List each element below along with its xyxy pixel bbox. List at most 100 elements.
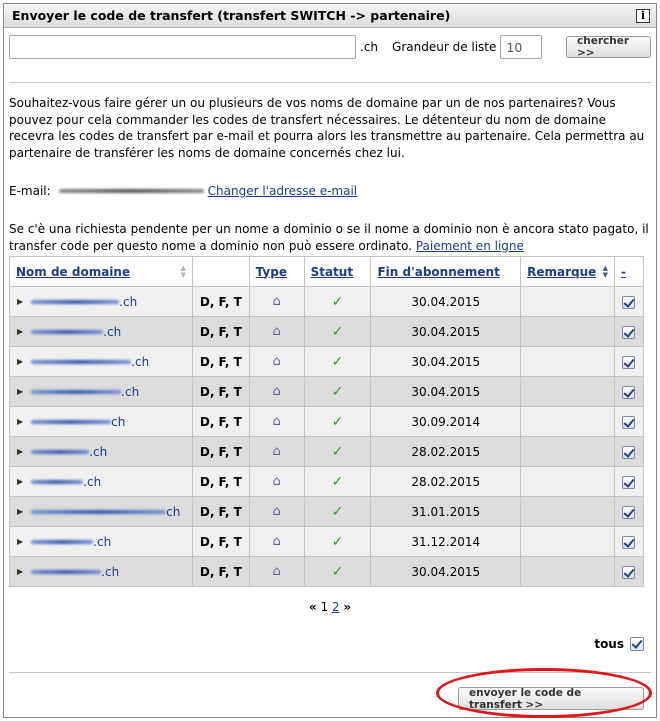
row-checkbox[interactable] — [622, 475, 636, 489]
expand-arrow-icon[interactable]: ▶ — [17, 327, 23, 336]
sort-arrows-icon: ▲ ▼ — [180, 264, 186, 279]
col-expiry[interactable]: Fin d'abonnement — [370, 256, 522, 287]
domain-cell[interactable]: ▶ .ch — [9, 376, 193, 407]
sort-status-link[interactable]: Statut — [311, 265, 354, 279]
select-cell[interactable] — [613, 436, 645, 467]
domain-cell[interactable]: ▶ .ch — [9, 556, 193, 587]
domain-tld[interactable]: .ch — [121, 385, 139, 399]
sort-remark-link[interactable]: Remarque — [527, 265, 596, 279]
status-cell: ✓ — [303, 286, 372, 317]
row-checkbox[interactable] — [622, 445, 636, 459]
send-transfer-code-button[interactable]: envoyer le code de transfert >> — [458, 687, 644, 711]
list-size-input[interactable] — [500, 35, 543, 59]
domain-tld[interactable]: .ch — [119, 295, 137, 309]
type-cell: ⌂ — [248, 466, 305, 497]
checkmark-icon: ✓ — [331, 293, 344, 310]
select-cell[interactable] — [613, 466, 645, 497]
domain-tld[interactable]: .ch — [103, 325, 121, 339]
change-email-link[interactable]: Changer l'adresse e-mail — [208, 184, 357, 198]
domain-tld[interactable]: ch — [111, 415, 125, 429]
redacted-email — [58, 189, 204, 193]
row-checkbox[interactable] — [622, 565, 636, 579]
row-checkbox[interactable] — [622, 295, 636, 309]
domain-tld[interactable]: .ch — [89, 445, 107, 459]
select-cell[interactable] — [613, 316, 645, 347]
row-checkbox[interactable] — [622, 385, 636, 399]
sort-expiry-link[interactable]: Fin d'abonnement — [377, 265, 499, 279]
domain-cell[interactable]: ▶ .ch — [9, 436, 193, 467]
expand-arrow-icon[interactable]: ▶ — [17, 507, 23, 516]
expiry-cell: 30.04.2015 — [370, 376, 522, 407]
type-cell: ⌂ — [248, 406, 305, 437]
info-icon[interactable]: i — [636, 8, 650, 23]
redacted-domain — [31, 389, 122, 394]
col-type[interactable]: Type — [248, 256, 305, 287]
expand-arrow-icon[interactable]: ▶ — [17, 567, 23, 576]
flags-cell: D, F, T — [191, 346, 250, 377]
redacted-domain — [31, 449, 90, 454]
flags-cell: D, F, T — [191, 466, 250, 497]
col-status[interactable]: Statut — [303, 256, 372, 287]
domain-cell[interactable]: ▶ .ch — [9, 286, 193, 317]
pager-next[interactable]: » — [343, 600, 351, 614]
checkmark-icon: ✓ — [331, 413, 344, 430]
pager-prev[interactable]: « — [309, 600, 317, 614]
domain-tld[interactable]: .ch — [93, 535, 111, 549]
expand-arrow-icon[interactable]: ▶ — [17, 357, 23, 366]
expand-arrow-icon[interactable]: ▶ — [17, 417, 23, 426]
select-cell[interactable] — [613, 286, 645, 317]
email-row: E-mail: Changer l'adresse e-mail — [9, 184, 357, 198]
select-all-label: tous — [594, 637, 624, 651]
select-cell[interactable] — [613, 406, 645, 437]
row-checkbox[interactable] — [622, 415, 636, 429]
domain-cell[interactable]: ▶ .ch — [9, 346, 193, 377]
row-checkbox[interactable] — [622, 325, 636, 339]
type-cell: ⌂ — [248, 556, 305, 587]
expand-arrow-icon[interactable]: ▶ — [17, 537, 23, 546]
row-checkbox[interactable] — [622, 535, 636, 549]
expand-arrow-icon[interactable]: ▶ — [17, 387, 23, 396]
sort-domain-link[interactable]: Nom de domaine — [16, 265, 130, 279]
sort-type-link[interactable]: Type — [256, 265, 287, 279]
domain-tld[interactable]: ch — [166, 505, 180, 519]
pager-page-2[interactable]: 2 — [332, 600, 340, 614]
domain-cell[interactable]: ▶ .ch — [9, 466, 193, 497]
flags-cell: D, F, T — [191, 556, 250, 587]
domain-cell[interactable]: ▶ ch — [9, 496, 193, 527]
select-cell[interactable] — [613, 376, 645, 407]
type-cell: ⌂ — [248, 376, 305, 407]
select-cell[interactable] — [613, 556, 645, 587]
row-checkbox[interactable] — [622, 505, 636, 519]
domain-tld[interactable]: .ch — [83, 475, 101, 489]
type-cell: ⌂ — [248, 316, 305, 347]
expand-arrow-icon[interactable]: ▶ — [17, 477, 23, 486]
domain-search-input[interactable] — [9, 35, 356, 59]
table-row: ▶ .ch D, F, T ⌂ ✓ 28.02.2015 — [9, 436, 645, 467]
domain-tld[interactable]: .ch — [131, 355, 149, 369]
domain-tld[interactable]: .ch — [101, 565, 119, 579]
checkmark-icon: ✓ — [331, 443, 344, 460]
select-cell[interactable] — [613, 496, 645, 527]
domain-cell[interactable]: ▶ .ch — [9, 526, 193, 557]
expiry-cell: 28.02.2015 — [370, 436, 522, 467]
select-cell[interactable] — [613, 526, 645, 557]
expiry-cell: 31.01.2015 — [370, 496, 522, 527]
col-domain[interactable]: Nom de domaine ▲ ▼ — [9, 256, 193, 287]
status-cell: ✓ — [303, 526, 372, 557]
flags-cell: D, F, T — [191, 316, 250, 347]
col-remark[interactable]: Remarque ▲ ▼ — [520, 256, 615, 287]
remark-cell — [520, 496, 615, 527]
select-cell[interactable] — [613, 346, 645, 377]
select-all-checkbox[interactable] — [630, 637, 644, 651]
house-icon: ⌂ — [272, 324, 281, 339]
list-size-label: Grandeur de liste — [392, 40, 497, 54]
col-select[interactable]: - — [613, 256, 645, 287]
select-column-link[interactable]: - — [621, 265, 626, 279]
online-payment-link[interactable]: Paiement en ligne — [416, 239, 524, 253]
expand-arrow-icon[interactable]: ▶ — [17, 297, 23, 306]
domain-cell[interactable]: ▶ ch — [9, 406, 193, 437]
expand-arrow-icon[interactable]: ▶ — [17, 447, 23, 456]
search-button[interactable]: chercher >> — [566, 35, 651, 59]
row-checkbox[interactable] — [622, 355, 636, 369]
domain-cell[interactable]: ▶ .ch — [9, 316, 193, 347]
